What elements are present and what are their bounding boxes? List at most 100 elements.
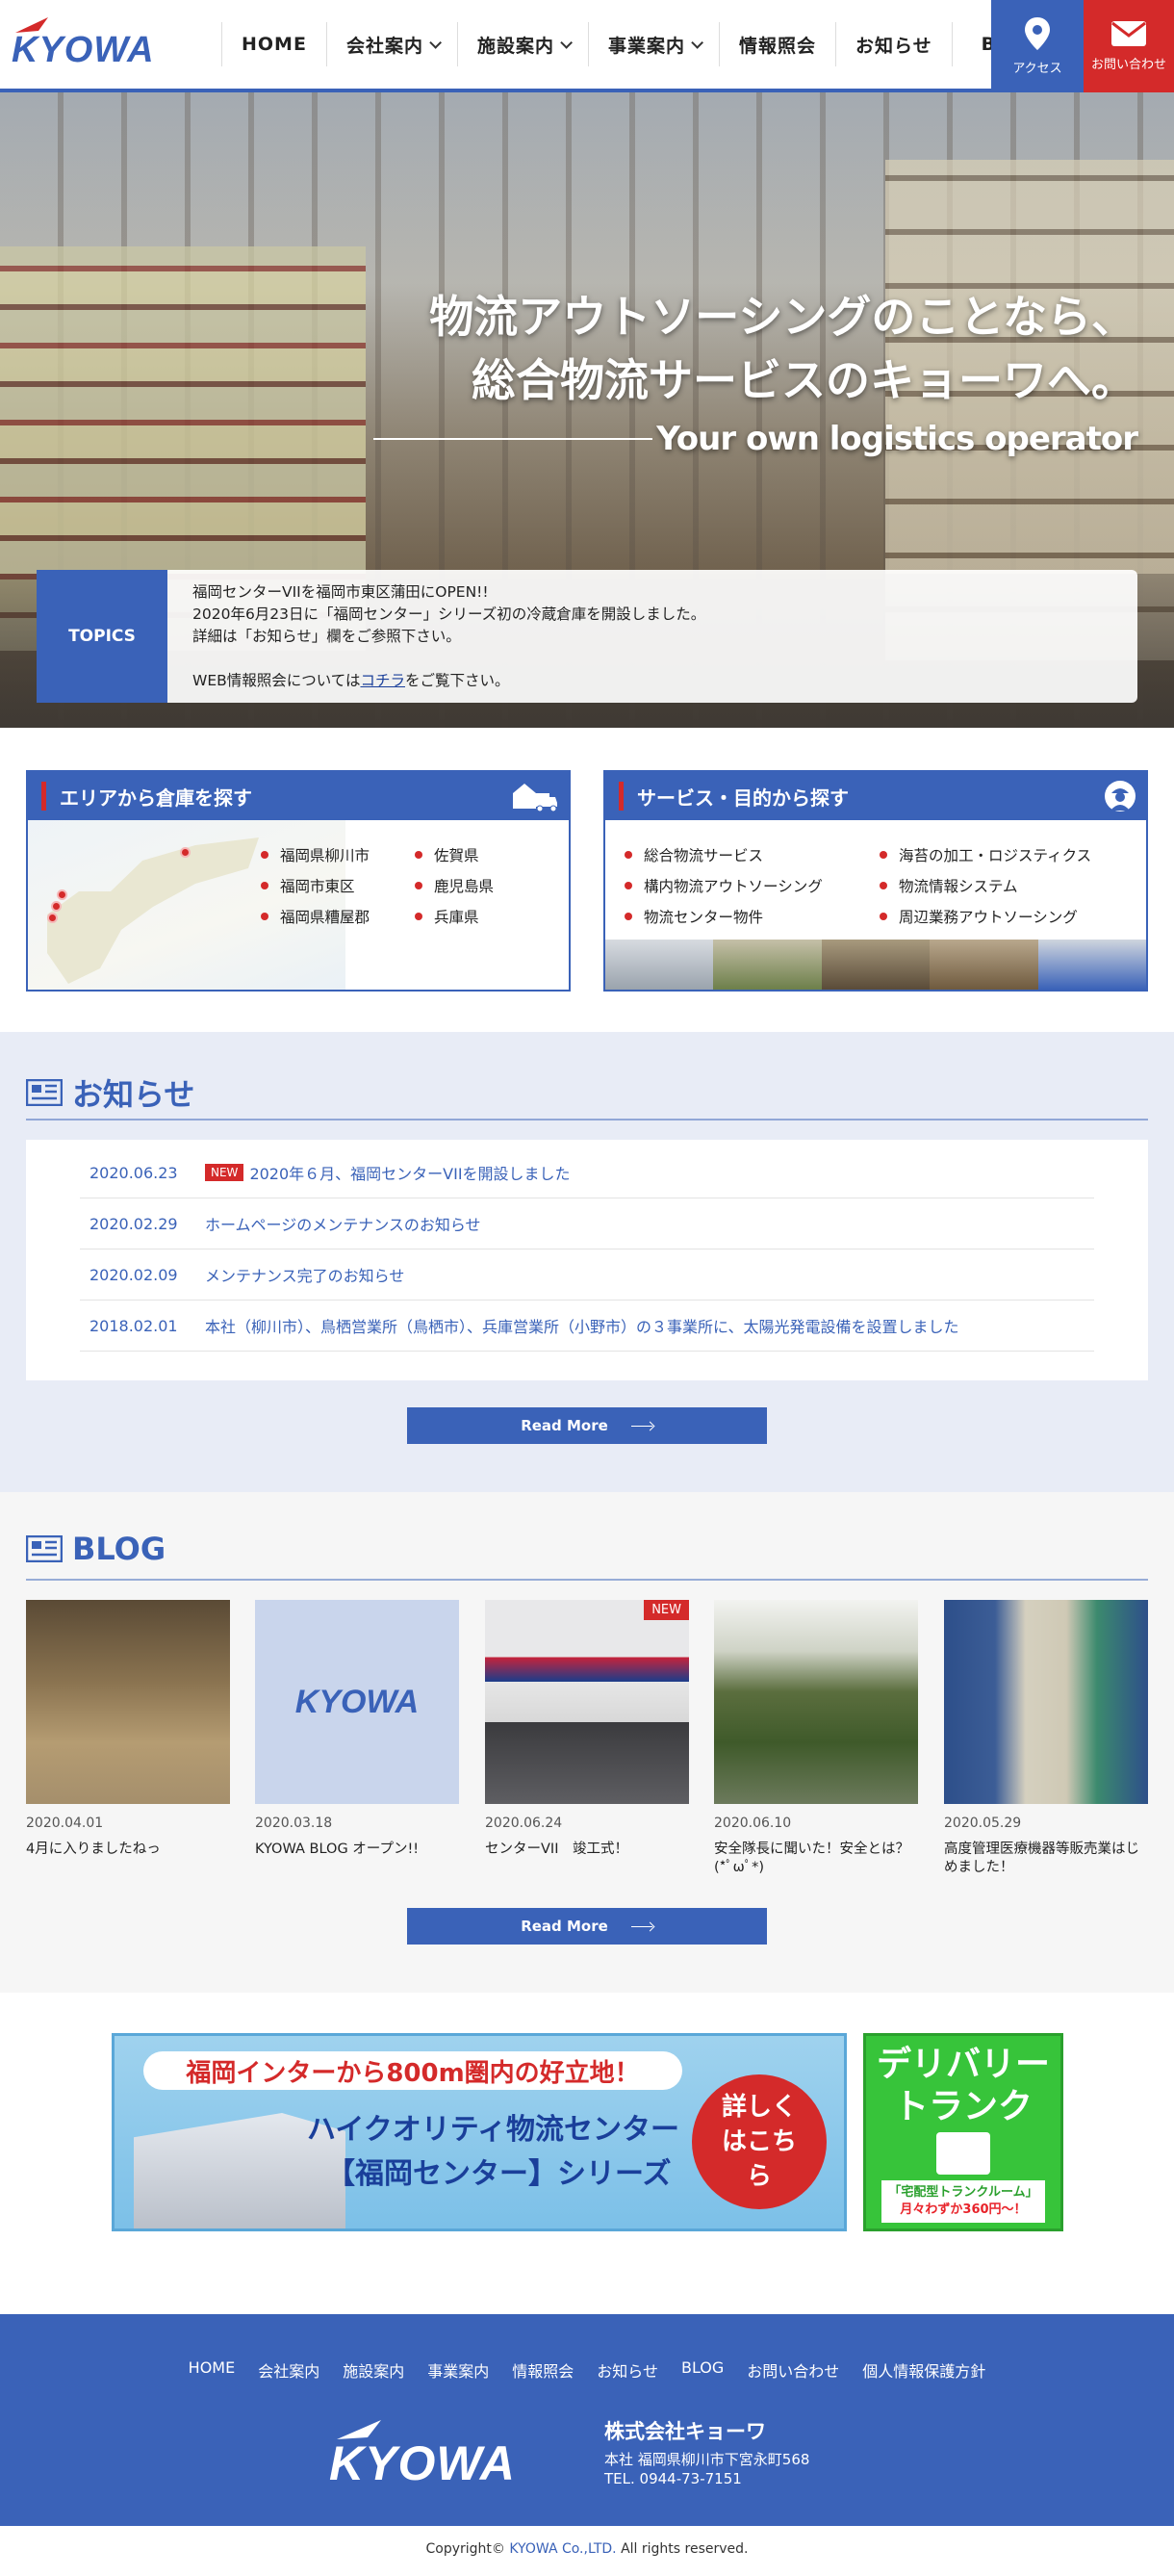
news-link[interactable]: 本社（柳川市）、鳥栖営業所（鳥栖市）、兵庫営業所（小野市）の３事業所に、太陽光発… xyxy=(205,1314,959,1337)
footer-link-inquiry[interactable]: 情報照会 xyxy=(512,2358,574,2382)
nav-company[interactable]: 会社案内 xyxy=(325,22,457,66)
news-date: 2020.06.23 xyxy=(89,1163,178,1182)
service-item[interactable]: 周辺業務アウトソーシング xyxy=(880,901,1091,932)
box-icon xyxy=(936,2132,990,2175)
footer-link-blog[interactable]: BLOG xyxy=(681,2358,724,2382)
trunk-subtitle: 「宅配型トランクルーム」 月々わずか360円〜！ xyxy=(881,2180,1045,2223)
blog-read-more-button[interactable]: Read More xyxy=(407,1908,767,1945)
footer-link-home[interactable]: HOME xyxy=(189,2358,236,2382)
blog-post-title[interactable]: 安全隊長に聞いた！安全とは？(*ﾟωﾟ*) xyxy=(714,1841,918,1877)
hero-line1: 物流アウトソーシングのことなら、 xyxy=(429,291,1136,343)
footer-link-news[interactable]: お知らせ xyxy=(597,2358,658,2382)
topics-line: 詳細は「お知らせ」欄をご参照下さい。 xyxy=(192,628,461,645)
blog-date: 2020.04.01 xyxy=(26,1816,104,1831)
company-tel[interactable]: TEL. 0944-73-7151 xyxy=(604,2470,742,2487)
topics-label: TOPICS xyxy=(37,570,167,703)
service-item[interactable]: 物流センター物件 xyxy=(625,901,823,932)
footer-logo[interactable]: KYOWA xyxy=(327,2414,568,2490)
map-marker[interactable] xyxy=(180,847,191,858)
news-item[interactable]: 2020.06.23 NEW 2020年６月、福岡センターVIIを開設しました xyxy=(80,1147,1094,1198)
nav-home[interactable]: HOME xyxy=(221,22,326,66)
access-button[interactable]: アクセス xyxy=(991,0,1084,92)
worker-icon xyxy=(1105,781,1136,811)
map-marker[interactable] xyxy=(51,901,62,912)
blog-post-title[interactable]: 4月に入りましたねっ xyxy=(26,1841,230,1859)
map-marker[interactable] xyxy=(57,889,67,900)
blog-section: BLOG 2020.04.01 4月に入りましたねっ KYOWA 2020.03… xyxy=(0,1492,1174,1993)
news-item[interactable]: 2020.02.09 メンテナンス完了のお知らせ xyxy=(80,1249,1094,1301)
blog-thumbnail[interactable] xyxy=(944,1600,1148,1804)
area-item[interactable]: 福岡市東区 xyxy=(261,870,370,901)
kyowa-logo: KYOWA xyxy=(294,1683,420,1720)
blog-thumbnail[interactable]: KYOWA xyxy=(255,1600,459,1804)
news-link[interactable]: 2020年６月、福岡センターVIIを開設しました xyxy=(249,1161,570,1184)
banner-headline: 福岡インターから800m圏内の好立地！ xyxy=(143,2051,682,2090)
blog-post-title[interactable]: KYOWA BLOG オープン!! xyxy=(255,1841,459,1859)
company-name: 株式会社キョーワ xyxy=(604,2420,766,2443)
map-pin-icon xyxy=(1025,16,1050,50)
delivery-trunk-banner[interactable]: デリバリー トランク 「宅配型トランクルーム」 月々わずか360円〜！ xyxy=(863,2033,1063,2231)
blog-card[interactable]: 2020.05.29 高度管理医療機器等販売業はじめました！ xyxy=(944,1600,1148,1877)
nav-label: 会社案内 xyxy=(345,35,423,57)
newspaper-icon xyxy=(26,1079,63,1106)
footer-link-privacy[interactable]: 個人情報保護方針 xyxy=(862,2358,985,2382)
nav-business[interactable]: 事業案内 xyxy=(587,22,719,66)
chevron-down-icon xyxy=(560,36,573,49)
blog-thumbnail[interactable] xyxy=(714,1600,918,1804)
area-item[interactable]: 福岡県糟屋郡 xyxy=(261,901,370,932)
map-marker[interactable] xyxy=(47,913,58,923)
news-item[interactable]: 2020.02.29 ホームページのメンテナンスのお知らせ xyxy=(80,1198,1094,1249)
service-list-right: 海苔の加工・ロジスティクス 物流情報システム 周辺業務アウトソーシング xyxy=(880,839,1091,932)
blog-thumbnail[interactable]: NEW xyxy=(485,1600,689,1804)
news-list: 2020.06.23 NEW 2020年６月、福岡センターVIIを開設しました … xyxy=(26,1140,1148,1380)
svg-text:KYOWA: KYOWA xyxy=(329,2436,516,2487)
nav-label: 事業案内 xyxy=(607,35,685,57)
area-search-box: エリアから倉庫を探す 福岡県柳川市 福岡市東区 福岡県糟屋郡 佐賀県 鹿児島県 … xyxy=(26,770,571,992)
footer-link-facilities[interactable]: 施設案内 xyxy=(343,2358,404,2382)
news-heading: お知らせ xyxy=(26,1070,194,1115)
service-item[interactable]: 総合物流サービス xyxy=(625,839,823,870)
blog-card[interactable]: KYOWA 2020.03.18 KYOWA BLOG オープン!! xyxy=(255,1600,459,1859)
blog-card[interactable]: 2020.04.01 4月に入りましたねっ xyxy=(26,1600,230,1859)
footer-link-contact[interactable]: お問い合わせ xyxy=(747,2358,839,2382)
area-item[interactable]: 兵庫県 xyxy=(415,901,494,932)
contact-button[interactable]: お問い合わせ xyxy=(1084,0,1174,92)
banner-cta-circle[interactable]: 詳しくはこちら xyxy=(692,2074,827,2209)
service-item[interactable]: 物流情報システム xyxy=(880,870,1091,901)
news-link[interactable]: メンテナンス完了のお知らせ xyxy=(205,1263,404,1286)
site-header: KYOWA HOME 会社案内 施設案内 事業案内 情報照会 お知らせ BLOG… xyxy=(0,0,1174,92)
area-item[interactable]: 佐賀県 xyxy=(415,839,494,870)
warehouse-truck-icon xyxy=(513,784,557,812)
copyright: Copyright© KYOWA Co.,LTD. All rights res… xyxy=(425,2541,749,2557)
blog-thumbnail[interactable] xyxy=(26,1600,230,1804)
hero-line2: 総合物流サービスのキョーワへ。 xyxy=(472,354,1136,406)
topics-link[interactable]: コチラ xyxy=(360,672,405,689)
blog-post-title[interactable]: 高度管理医療機器等販売業はじめました！ xyxy=(944,1841,1148,1877)
area-list-left: 福岡県柳川市 福岡市東区 福岡県糟屋郡 xyxy=(261,839,370,932)
area-item[interactable]: 福岡県柳川市 xyxy=(261,839,370,870)
service-item[interactable]: 構内物流アウトソーシング xyxy=(625,870,823,901)
site-footer: HOME 会社案内 施設案内 事業案内 情報照会 お知らせ BLOG お問い合わ… xyxy=(0,2314,1174,2526)
footer-link-business[interactable]: 事業案内 xyxy=(427,2358,489,2382)
blog-post-title[interactable]: センターVII 竣工式！ xyxy=(485,1841,689,1859)
area-item[interactable]: 鹿児島県 xyxy=(415,870,494,901)
news-link[interactable]: ホームページのメンテナンスのお知らせ xyxy=(205,1212,481,1235)
service-item[interactable]: 海苔の加工・ロジスティクス xyxy=(880,839,1091,870)
banner-cta-text: 詳しくはこちら xyxy=(721,2093,797,2191)
nav-facilities[interactable]: 施設案内 xyxy=(456,22,588,66)
nav-news[interactable]: お知らせ xyxy=(835,22,952,66)
news-read-more-button[interactable]: Read More xyxy=(407,1407,767,1444)
kyowa-logo[interactable]: KYOWA xyxy=(10,13,197,70)
news-date: 2020.02.29 xyxy=(89,1214,178,1233)
svg-text:KYOWA: KYOWA xyxy=(12,30,155,67)
blog-card[interactable]: NEW 2020.06.24 センターVII 竣工式！ xyxy=(485,1600,689,1859)
topics-text: WEB情報照会については xyxy=(192,672,361,689)
nav-inquiry[interactable]: 情報照会 xyxy=(719,22,835,66)
footer-link-company[interactable]: 会社案内 xyxy=(258,2358,319,2382)
blog-card[interactable]: 2020.06.10 安全隊長に聞いた！安全とは？(*ﾟωﾟ*) xyxy=(714,1600,918,1877)
read-more-label: Read More xyxy=(521,1417,608,1434)
topics-text: をご覧下さい。 xyxy=(405,672,510,689)
news-item[interactable]: 2018.02.01 本社（柳川市）、鳥栖営業所（鳥栖市）、兵庫営業所（小野市）… xyxy=(80,1301,1094,1352)
main-nav: HOME 会社案内 施設案内 事業案内 情報照会 お知らせ BLOG xyxy=(221,0,1071,89)
fukuoka-center-banner[interactable]: 福岡インターから800m圏内の好立地！ ハイクオリティ物流センター 【福岡センタ… xyxy=(112,2033,847,2231)
